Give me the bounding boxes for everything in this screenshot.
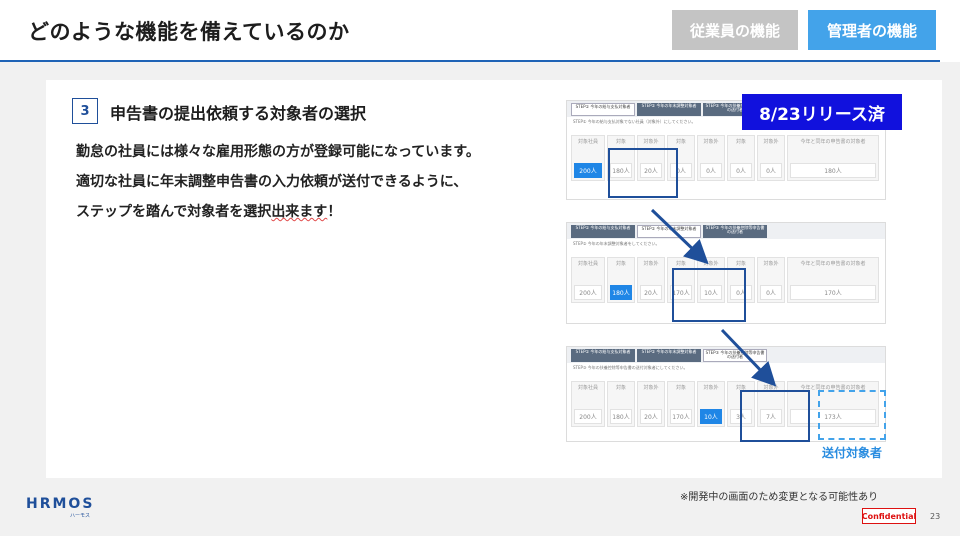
spellcheck-underlined-text: 出来ます bbox=[271, 204, 328, 220]
cell-label: 今年と同年の申告書の対象者 bbox=[800, 261, 866, 267]
count-cell: 今年と同年の申告書の対象者 170人 bbox=[787, 257, 879, 303]
count-cell: 対象社員 200人 bbox=[571, 135, 605, 181]
count-cell: 対象社員 200人 bbox=[571, 257, 605, 303]
cell-value: 200人 bbox=[574, 285, 602, 300]
count-cell: 対象 170人 bbox=[667, 381, 695, 427]
cell-label: 対象外 bbox=[643, 139, 659, 145]
cell-label: 対象外 bbox=[703, 139, 719, 145]
cell-label: 対象 bbox=[615, 261, 626, 267]
cell-value: 10人 bbox=[700, 409, 722, 424]
count-cell: 対象 180人 bbox=[607, 257, 635, 303]
step-tab-2[interactable]: STEP② 今年の年末調整対象者 bbox=[637, 349, 701, 362]
cell-value: 0人 bbox=[760, 285, 782, 300]
step-tab-1[interactable]: STEP① 今年の給与支払対象者 bbox=[571, 103, 635, 116]
header-divider bbox=[0, 60, 940, 62]
cell-value: 180人 bbox=[610, 409, 632, 424]
cell-label: 対象 bbox=[615, 139, 626, 145]
cell-value: 180人 bbox=[790, 163, 876, 178]
step-tab-2[interactable]: STEP② 今年の年末調整対象者 bbox=[637, 103, 701, 116]
count-cell: 対象外 0人 bbox=[757, 135, 785, 181]
cell-label: 対象外 bbox=[763, 139, 779, 145]
cell-value: 0人 bbox=[760, 163, 782, 178]
step-tab-1[interactable]: STEP① 今年の給与支払対象者 bbox=[571, 349, 635, 362]
page-number: 23 bbox=[930, 512, 941, 521]
count-cell: 対象外 0人 bbox=[757, 257, 785, 303]
cell-label: 対象外 bbox=[643, 385, 659, 391]
cell-value: 20人 bbox=[640, 285, 662, 300]
cell-label: 対象外 bbox=[703, 261, 719, 267]
description-line-3-text: ステップを踏んで対象者を選択 bbox=[76, 204, 272, 220]
cell-label: 対象外 bbox=[763, 261, 779, 267]
cell-value: 170人 bbox=[670, 409, 692, 424]
description-line-3: ステップを踏んで対象者を選択出来ます！ bbox=[76, 202, 546, 222]
release-badge: 8/23リリース済 bbox=[742, 94, 902, 130]
step-tab-3[interactable]: STEP③ 今年の扶養控除等申告書の送付者 bbox=[703, 349, 767, 362]
cell-label: 対象 bbox=[735, 261, 746, 267]
cell-label: 対象外 bbox=[643, 261, 659, 267]
count-cell: 対象外 20人 bbox=[637, 381, 665, 427]
target-label: 送付対象者 bbox=[822, 446, 883, 460]
description-line-3-end: ！ bbox=[327, 204, 342, 220]
cell-label: 対象 bbox=[675, 385, 686, 391]
highlight-step3-box bbox=[740, 390, 810, 442]
cell-label: 対象 bbox=[735, 139, 746, 145]
cell-label: 対象社員 bbox=[577, 139, 598, 145]
cell-label: 対象 bbox=[615, 385, 626, 391]
step-tab-2[interactable]: STEP② 今年の年末調整対象者 bbox=[637, 225, 701, 238]
cell-label: 対象社員 bbox=[577, 261, 598, 267]
count-cell: 対象社員 200人 bbox=[571, 381, 605, 427]
count-cell: 対象 0人 bbox=[727, 135, 755, 181]
hrmos-logo-sub: ハーモス bbox=[70, 513, 91, 519]
cell-value: 200人 bbox=[574, 409, 602, 424]
count-cell: 対象外 10人 bbox=[697, 381, 725, 427]
cell-value: 180人 bbox=[610, 285, 632, 300]
cell-value: 0人 bbox=[730, 163, 752, 178]
cell-label: 対象外 bbox=[703, 385, 719, 391]
highlight-step1-box bbox=[608, 148, 678, 198]
step-note: STEP③ 今年の扶養控除等申告書の送付対象者にしてください。 bbox=[573, 365, 688, 370]
employee-features-tab[interactable]: 従業員の機能 bbox=[672, 10, 798, 50]
admin-features-tab[interactable]: 管理者の機能 bbox=[808, 10, 936, 50]
cell-value: 170人 bbox=[790, 285, 876, 300]
header-bar: どのような機能を備えているのか 従業員の機能 管理者の機能 bbox=[0, 0, 960, 62]
cell-label: 今年と同年の申告書の対象者 bbox=[800, 139, 866, 145]
section-title: 申告書の提出依頼する対象者の選択 bbox=[110, 104, 367, 123]
cell-label: 対象 bbox=[675, 139, 686, 145]
page-title: どのような機能を備えているのか bbox=[28, 20, 350, 44]
step-tabs: STEP① 今年の給与支払対象者 STEP② 今年の年末調整対象者 STEP③ … bbox=[567, 223, 885, 239]
highlight-step2-box bbox=[672, 268, 746, 322]
target-dashed-box bbox=[818, 390, 886, 440]
cell-value: 20人 bbox=[640, 409, 662, 424]
count-cell: 対象 180人 bbox=[607, 381, 635, 427]
description-line-1: 勤怠の社員には様々な雇用形態の方が登録可能になっています。 bbox=[76, 144, 480, 160]
count-cell: 対象外 20人 bbox=[637, 257, 665, 303]
count-cell: 今年と同年の申告書の対象者 180人 bbox=[787, 135, 879, 181]
cell-label: 対象 bbox=[675, 261, 686, 267]
step-number-badge: 3 bbox=[72, 98, 98, 124]
hrmos-logo: HRMOS bbox=[26, 496, 95, 512]
disclaimer-text: ※開発中の画面のため変更となる可能性あり bbox=[680, 492, 879, 503]
step-tabs: STEP① 今年の給与支払対象者 STEP② 今年の年末調整対象者 STEP③ … bbox=[567, 347, 885, 363]
cell-value: 0人 bbox=[700, 163, 722, 178]
step-note: STEP② 今年の年末調整対象者をしてください。 bbox=[573, 241, 660, 246]
cell-value: 200人 bbox=[574, 163, 602, 178]
step-tab-3[interactable]: STEP③ 今年の扶養控除等申告書の送付者 bbox=[703, 225, 767, 238]
description-line-2: 適切な社員に年末調整申告書の入力依頼が送付できるように、 bbox=[76, 174, 468, 190]
cell-label: 対象社員 bbox=[577, 385, 598, 391]
confidential-stamp: Confidential bbox=[862, 508, 916, 524]
step-tab-1[interactable]: STEP① 今年の給与支払対象者 bbox=[571, 225, 635, 238]
count-cell: 対象外 0人 bbox=[697, 135, 725, 181]
